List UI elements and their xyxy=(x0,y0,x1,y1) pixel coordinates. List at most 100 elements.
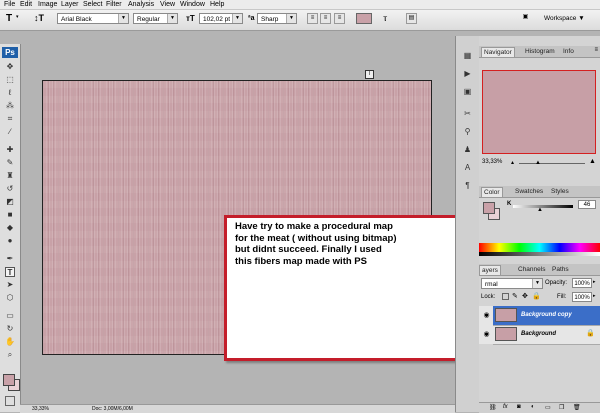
lasso-tool-icon[interactable]: ℓ xyxy=(5,88,15,98)
magic-wand-tool-icon[interactable]: ⁂ xyxy=(5,101,15,111)
info-panel-icon[interactable]: ▣ xyxy=(461,86,474,98)
lock-position-icon[interactable]: ✥ xyxy=(522,292,528,300)
visibility-eye-icon[interactable]: ◉ xyxy=(482,311,491,320)
layer-mask-icon[interactable]: ◙ xyxy=(517,404,521,410)
brush-tool-icon[interactable]: ✎ xyxy=(5,158,15,168)
color-fg-swatch[interactable] xyxy=(483,202,495,214)
lock-pixels-icon[interactable]: ✎ xyxy=(512,292,518,300)
menu-select[interactable]: Select xyxy=(83,0,102,9)
zoom-slider-handle[interactable]: ▲ xyxy=(535,160,541,166)
marquee-tool-icon[interactable]: ⬚ xyxy=(5,75,15,85)
navigator-zoom-value[interactable]: 33,33% xyxy=(482,159,502,165)
zoom-slider-track[interactable] xyxy=(519,163,585,164)
tab-layers[interactable]: ayers xyxy=(479,265,501,275)
color-tabbar: Color Swatches Styles xyxy=(479,186,600,198)
color-spectrum-bar[interactable] xyxy=(479,243,600,252)
tab-styles[interactable]: Styles xyxy=(549,187,571,196)
menu-layer[interactable]: Layer xyxy=(61,0,79,9)
tab-swatches[interactable]: Swatches xyxy=(513,187,545,196)
fill-field[interactable]: 100% xyxy=(572,292,592,302)
tab-color[interactable]: Color xyxy=(481,187,503,197)
tab-info[interactable]: Info xyxy=(561,47,576,56)
paragraph-panel-icon[interactable]: ¶ xyxy=(461,180,474,192)
actions-panel-icon[interactable]: ▶ xyxy=(461,68,474,80)
menu-window[interactable]: Window xyxy=(180,0,205,9)
opacity-field[interactable]: 100% xyxy=(572,278,592,288)
warp-text-icon[interactable]: ⲧ xyxy=(383,13,387,24)
new-layer-icon[interactable]: ❐ xyxy=(559,404,564,411)
crop-tool-icon[interactable]: ⌗ xyxy=(5,114,15,124)
chevron-right-icon[interactable]: ▸ xyxy=(593,293,596,299)
healing-brush-tool-icon[interactable]: ✚ xyxy=(5,145,15,155)
chevron-down-icon: ▼ xyxy=(167,14,177,23)
blur-tool-icon[interactable]: ◆ xyxy=(5,223,15,233)
notes-tool-icon[interactable]: ▭ xyxy=(5,311,15,321)
align-right-icon[interactable]: ≡ xyxy=(334,13,345,24)
history-panel-icon[interactable]: ▦ xyxy=(461,50,474,62)
tools-presets-icon[interactable]: ✂ xyxy=(461,108,474,120)
dodge-tool-icon[interactable]: ● xyxy=(5,236,15,246)
menu-filter[interactable]: Filter xyxy=(106,0,122,9)
character-panel-icon[interactable]: ▤ xyxy=(406,13,417,24)
color-slider-handle[interactable]: ▲ xyxy=(537,207,543,213)
hand-tool-icon[interactable]: ✋ xyxy=(5,337,15,347)
chevron-down-icon[interactable]: ▾ xyxy=(16,14,19,20)
menu-edit[interactable]: Edit xyxy=(20,0,32,9)
zoom-tool-icon[interactable]: ⌕ xyxy=(5,350,15,360)
type-tool-icon[interactable]: T xyxy=(6,13,12,25)
trash-icon[interactable]: 🗑 xyxy=(573,404,581,411)
layer-row[interactable]: Background 🔒 xyxy=(493,325,600,345)
brushes-panel-icon[interactable]: ⚲ xyxy=(461,126,474,138)
link-layers-icon[interactable]: ⛓ xyxy=(489,404,497,411)
tab-channels[interactable]: Channels xyxy=(516,265,547,274)
lock-transparency-icon[interactable] xyxy=(502,293,509,300)
menu-help[interactable]: Help xyxy=(210,0,224,9)
move-tool-icon[interactable]: ✥ xyxy=(5,62,15,72)
shape-tool-icon[interactable]: ⬡ xyxy=(5,293,15,303)
menu-analysis[interactable]: Analysis xyxy=(128,0,154,9)
align-left-icon[interactable]: ≡ xyxy=(307,13,318,24)
stamp-tool-icon[interactable]: ♜ xyxy=(5,171,15,181)
character-panel-icon[interactable]: A xyxy=(461,162,474,174)
layer-row-selected[interactable]: Background copy xyxy=(493,306,600,326)
gradient-tool-icon[interactable]: ■ xyxy=(5,210,15,220)
lock-all-icon[interactable]: 🔒 xyxy=(532,292,541,300)
tab-histogram[interactable]: Histogram xyxy=(523,47,557,56)
eraser-tool-icon[interactable]: ◩ xyxy=(5,197,15,207)
menu-image[interactable]: Image xyxy=(38,0,57,9)
clone-source-icon[interactable]: ♟ xyxy=(461,144,474,156)
tab-navigator[interactable]: Navigator xyxy=(481,47,515,57)
align-center-icon[interactable]: ≡ xyxy=(320,13,331,24)
path-selection-tool-icon[interactable]: ➤ xyxy=(5,280,15,290)
layer-style-icon[interactable]: fx xyxy=(503,404,508,410)
panel-menu-icon[interactable]: ≡ xyxy=(594,47,598,53)
font-size-select[interactable]: 102,02 pt ▼ xyxy=(199,13,243,24)
font-style-select[interactable]: Regular ▼ xyxy=(133,13,178,24)
quick-mask-icon[interactable] xyxy=(5,396,15,406)
visibility-eye-icon[interactable]: ◉ xyxy=(482,330,491,339)
color-slider-track[interactable] xyxy=(513,205,573,208)
zoom-out-icon[interactable]: ▴ xyxy=(511,159,514,166)
group-layers-icon[interactable]: ▭ xyxy=(545,404,551,411)
tab-paths[interactable]: Paths xyxy=(550,265,571,274)
workspace-menu[interactable]: Workspace ▼ xyxy=(544,15,585,22)
grayscale-ramp[interactable] xyxy=(479,252,600,256)
eyedropper-tool-icon[interactable]: ∕ xyxy=(5,127,15,137)
text-color-swatch[interactable] xyxy=(356,13,372,24)
blend-mode-select[interactable]: rmal ▼ xyxy=(481,278,543,289)
adjustment-layer-icon[interactable]: ◐ xyxy=(531,404,535,410)
text-orientation-icon[interactable]: ↕T xyxy=(34,13,44,24)
menu-file[interactable]: File xyxy=(4,0,15,9)
chevron-right-icon[interactable]: ▸ xyxy=(593,279,596,285)
navigator-preview[interactable] xyxy=(482,70,596,154)
menu-view[interactable]: View xyxy=(160,0,175,9)
history-brush-tool-icon[interactable]: ↺ xyxy=(5,184,15,194)
font-family-select[interactable]: Arial Black ▼ xyxy=(57,13,129,24)
zoom-in-icon[interactable]: ▲ xyxy=(589,158,596,165)
type-tool-icon[interactable]: T xyxy=(5,267,15,277)
color-value-field[interactable]: 46 xyxy=(578,200,596,209)
pen-tool-icon[interactable]: ✒ xyxy=(5,254,15,264)
foreground-color-swatch[interactable] xyxy=(3,374,15,386)
3d-rotate-tool-icon[interactable]: ↻ xyxy=(5,324,15,334)
antialias-select[interactable]: Sharp ▼ xyxy=(257,13,297,24)
